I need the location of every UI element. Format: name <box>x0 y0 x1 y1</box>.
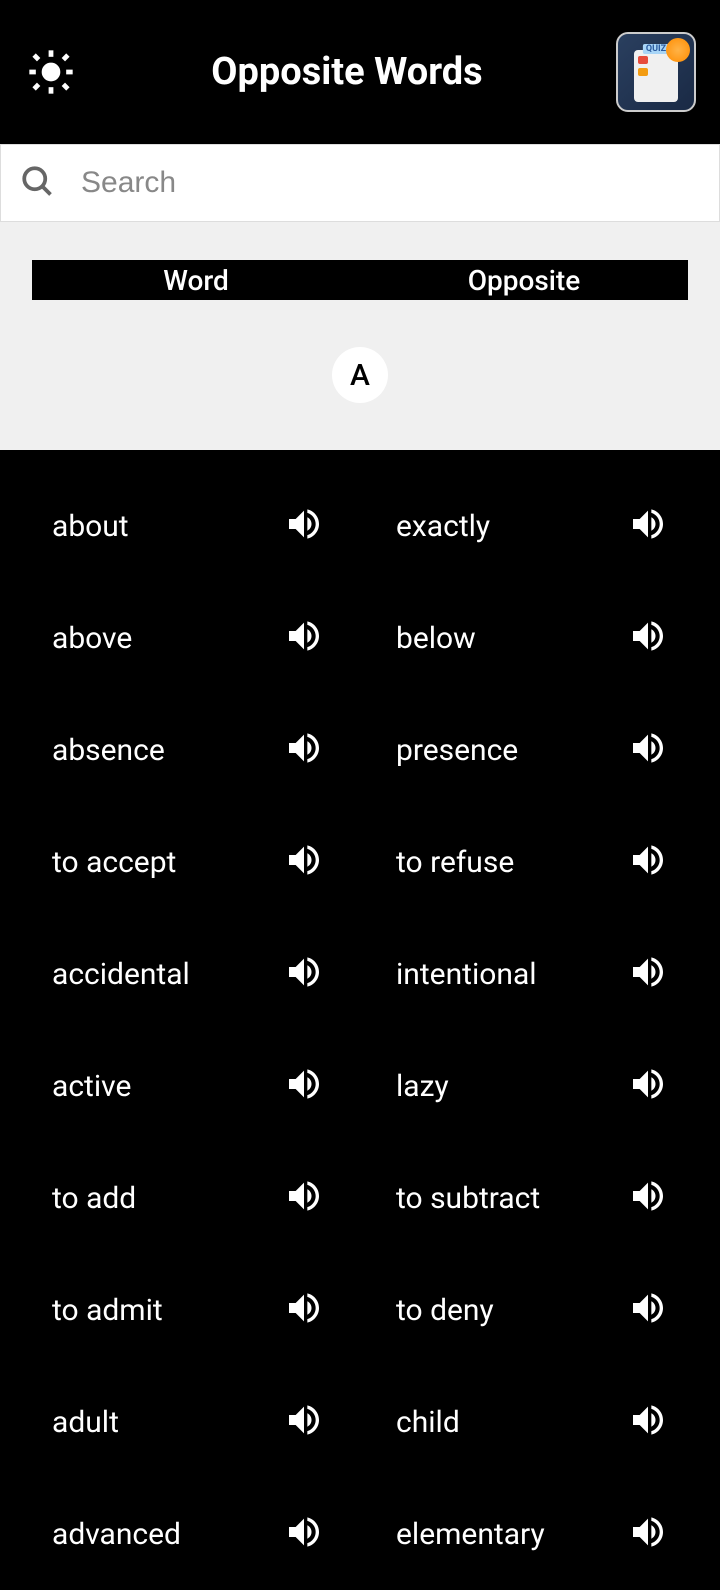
play-word-button[interactable] <box>284 1512 324 1556</box>
speaker-icon <box>628 616 668 660</box>
brightness-icon <box>25 46 77 98</box>
table-header: Word Opposite <box>0 260 720 300</box>
speaker-icon <box>284 840 324 884</box>
opposite-text: presence <box>396 733 628 768</box>
opposite-text: lazy <box>396 1069 628 1104</box>
opposite-text: elementary <box>396 1517 628 1552</box>
play-opposite-button[interactable] <box>628 1064 668 1108</box>
quiz-icon: QUIZ <box>626 42 686 102</box>
speaker-icon <box>284 616 324 660</box>
opposite-text: child <box>396 1405 628 1440</box>
play-word-button[interactable] <box>284 1400 324 1444</box>
play-opposite-button[interactable] <box>628 952 668 996</box>
play-opposite-button[interactable] <box>628 840 668 884</box>
speaker-icon <box>284 1288 324 1332</box>
speaker-icon <box>284 1512 324 1556</box>
speaker-icon <box>284 728 324 772</box>
play-opposite-button[interactable] <box>628 616 668 660</box>
speaker-icon <box>284 1064 324 1108</box>
spacer <box>0 222 720 260</box>
word-text: active <box>52 1069 284 1104</box>
speaker-icon <box>628 1400 668 1444</box>
speaker-icon <box>628 1176 668 1220</box>
word-list[interactable]: about exactly above below absence presence to … <box>0 450 720 1590</box>
speaker-icon <box>284 504 324 548</box>
speaker-icon <box>628 728 668 772</box>
section-header: A <box>0 300 720 450</box>
search-icon <box>19 163 55 203</box>
word-text: to admit <box>52 1293 284 1328</box>
play-opposite-button[interactable] <box>628 504 668 548</box>
speaker-icon <box>284 1400 324 1444</box>
search-bar[interactable] <box>0 144 720 222</box>
opposite-text: below <box>396 621 628 656</box>
play-word-button[interactable] <box>284 1064 324 1108</box>
play-word-button[interactable] <box>284 504 324 548</box>
speaker-icon <box>628 1512 668 1556</box>
speaker-icon <box>628 952 668 996</box>
opposite-text: to refuse <box>396 845 628 880</box>
word-text: absence <box>52 733 284 768</box>
opposite-text: intentional <box>396 957 628 992</box>
play-opposite-button[interactable] <box>628 1288 668 1332</box>
speaker-icon <box>284 952 324 996</box>
play-word-button[interactable] <box>284 840 324 884</box>
word-row[interactable]: about exactly <box>0 470 720 582</box>
speaker-icon <box>628 840 668 884</box>
word-text: to accept <box>52 845 284 880</box>
play-word-button[interactable] <box>284 1176 324 1220</box>
word-row[interactable]: advanced elementary <box>0 1478 720 1590</box>
word-text: advanced <box>52 1517 284 1552</box>
quiz-button[interactable]: QUIZ <box>616 32 696 112</box>
play-opposite-button[interactable] <box>628 1400 668 1444</box>
speaker-icon <box>628 1288 668 1332</box>
brightness-button[interactable] <box>24 45 78 99</box>
word-row[interactable]: to accept to refuse <box>0 806 720 918</box>
play-word-button[interactable] <box>284 728 324 772</box>
app-header: Opposite Words QUIZ <box>0 0 720 144</box>
word-row[interactable]: accidental intentional <box>0 918 720 1030</box>
play-opposite-button[interactable] <box>628 1512 668 1556</box>
column-header-word: Word <box>32 264 360 297</box>
word-text: about <box>52 509 284 544</box>
opposite-text: to deny <box>396 1293 628 1328</box>
word-row[interactable]: to admit to deny <box>0 1254 720 1366</box>
section-letter-badge: A <box>332 347 388 403</box>
word-text: adult <box>52 1405 284 1440</box>
word-row[interactable]: absence presence <box>0 694 720 806</box>
opposite-text: exactly <box>396 509 628 544</box>
word-row[interactable]: to add to subtract <box>0 1142 720 1254</box>
word-row[interactable]: adult child <box>0 1366 720 1478</box>
search-input[interactable] <box>81 166 701 200</box>
play-word-button[interactable] <box>284 616 324 660</box>
word-row[interactable]: above below <box>0 582 720 694</box>
word-text: to add <box>52 1181 284 1216</box>
speaker-icon <box>284 1176 324 1220</box>
speaker-icon <box>628 1064 668 1108</box>
page-title: Opposite Words <box>78 50 616 94</box>
speaker-icon <box>628 504 668 548</box>
play-opposite-button[interactable] <box>628 728 668 772</box>
play-opposite-button[interactable] <box>628 1176 668 1220</box>
play-word-button[interactable] <box>284 952 324 996</box>
word-text: above <box>52 621 284 656</box>
column-header-opposite: Opposite <box>360 264 688 297</box>
word-text: accidental <box>52 957 284 992</box>
word-row[interactable]: active lazy <box>0 1030 720 1142</box>
opposite-text: to subtract <box>396 1181 628 1216</box>
play-word-button[interactable] <box>284 1288 324 1332</box>
